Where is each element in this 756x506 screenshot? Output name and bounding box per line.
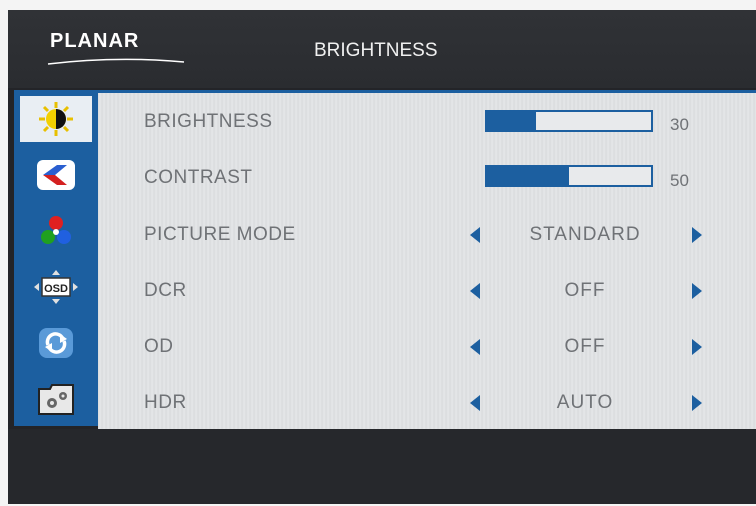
contrast-slider[interactable] [485, 165, 653, 187]
page-title: BRIGHTNESS [314, 40, 438, 61]
picture-mode-value: STANDARD [529, 224, 641, 245]
hdr-left-arrow-icon[interactable] [470, 395, 480, 411]
planar-logo: PLANAR [50, 30, 140, 52]
hdr-value: AUTO [556, 392, 614, 413]
tab-picture[interactable] [14, 204, 98, 258]
osd-icon: OSD [34, 270, 78, 304]
svg-text:OSD: OSD [44, 283, 68, 295]
tab-settings[interactable] [14, 372, 98, 426]
picture-mode-left-arrow-icon[interactable] [470, 227, 480, 243]
tab-picture-bg [20, 208, 92, 254]
brightness-slider-fill [487, 112, 537, 130]
tab-brightness[interactable] [14, 92, 98, 146]
od-label: OD [144, 336, 174, 357]
od-right-arrow-icon[interactable] [692, 339, 702, 355]
picture-mode-right-arrow-icon[interactable] [692, 227, 702, 243]
contrast-slider-fill [487, 167, 569, 185]
od-left-arrow-icon[interactable] [470, 339, 480, 355]
tab-color[interactable] [14, 148, 98, 202]
picture-icon [41, 216, 71, 244]
settings-panel [98, 90, 756, 429]
dcr-right-arrow-icon[interactable] [692, 283, 702, 299]
tab-osd[interactable]: OSD [14, 260, 98, 314]
contrast-value: 50 [670, 171, 689, 190]
color-icon [37, 160, 75, 190]
dcr-value: OFF [564, 280, 606, 301]
hdr-right-arrow-icon[interactable] [692, 395, 702, 411]
tab-reset-bg [20, 320, 92, 366]
tab-osd-bg: OSD [20, 264, 92, 310]
brightness-label: BRIGHTNESS [144, 111, 273, 132]
brightness-value: 30 [670, 115, 689, 134]
tab-settings-bg [20, 376, 92, 422]
tab-color-bg [20, 152, 92, 198]
settings-icon [38, 384, 74, 415]
hdr-label: HDR [144, 392, 187, 413]
tab-brightness-bg [20, 96, 92, 142]
dcr-left-arrow-icon[interactable] [470, 283, 480, 299]
osd-footer [8, 429, 756, 504]
dcr-label: DCR [144, 280, 187, 301]
tab-reset[interactable] [14, 316, 98, 370]
reset-icon [39, 328, 73, 358]
contrast-label: CONTRAST [144, 167, 253, 188]
od-value: OFF [564, 336, 606, 357]
brightness-icon [39, 102, 73, 136]
brightness-slider[interactable] [485, 110, 653, 132]
picture-mode-label: PICTURE MODE [144, 224, 296, 245]
logo-swoosh-icon [47, 58, 185, 65]
